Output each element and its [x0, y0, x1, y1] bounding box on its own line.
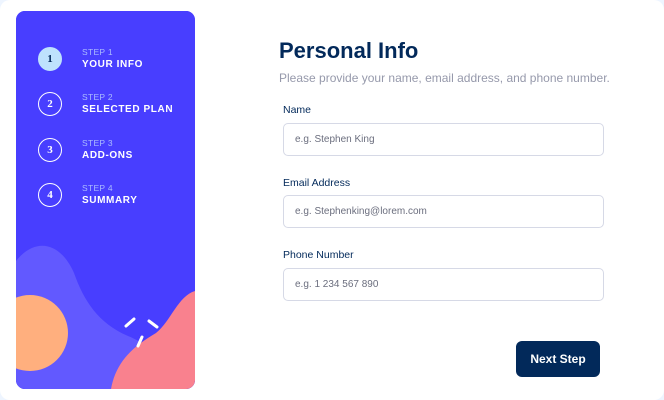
step-number-badge: 4: [38, 183, 62, 207]
sidebar-step-selected-plan[interactable]: 2 STEP 2 SELECTED PLAN: [38, 92, 173, 116]
phone-input[interactable]: [283, 268, 604, 301]
next-step-button[interactable]: Next Step: [516, 341, 600, 377]
step-label: STEP 1: [82, 47, 113, 57]
step-number-badge: 3: [38, 138, 62, 162]
sidebar: 1 STEP 1 YOUR INFO 2 STEP 2 SELECTED PLA…: [16, 11, 195, 389]
form-card: 1 STEP 1 YOUR INFO 2 STEP 2 SELECTED PLA…: [0, 0, 664, 400]
step-title: SELECTED PLAN: [82, 104, 174, 115]
step-number-badge: 2: [38, 92, 62, 116]
sidebar-step-your-info[interactable]: 1 STEP 1 YOUR INFO: [38, 47, 143, 71]
step-label: STEP 2: [82, 92, 113, 102]
step-title: ADD-ONS: [82, 150, 133, 161]
step-number-badge: 1: [38, 47, 62, 71]
step-title: SUMMARY: [82, 195, 138, 206]
step-title: YOUR INFO: [82, 59, 143, 70]
sidebar-step-add-ons[interactable]: 3 STEP 3 ADD-ONS: [38, 138, 133, 162]
main-form: Personal Info Please provide your name, …: [279, 0, 610, 400]
email-input[interactable]: [283, 195, 604, 228]
email-label: Email Address: [283, 177, 351, 189]
phone-label: Phone Number: [283, 249, 354, 261]
step-label: STEP 3: [82, 138, 113, 148]
name-input[interactable]: [283, 123, 604, 156]
name-label: Name: [283, 104, 312, 116]
page-title: Personal Info: [279, 38, 419, 63]
step-label: STEP 4: [82, 183, 113, 193]
sidebar-step-summary[interactable]: 4 STEP 4 SUMMARY: [38, 183, 138, 207]
page-subtitle: Please provide your name, email address,…: [279, 71, 610, 85]
